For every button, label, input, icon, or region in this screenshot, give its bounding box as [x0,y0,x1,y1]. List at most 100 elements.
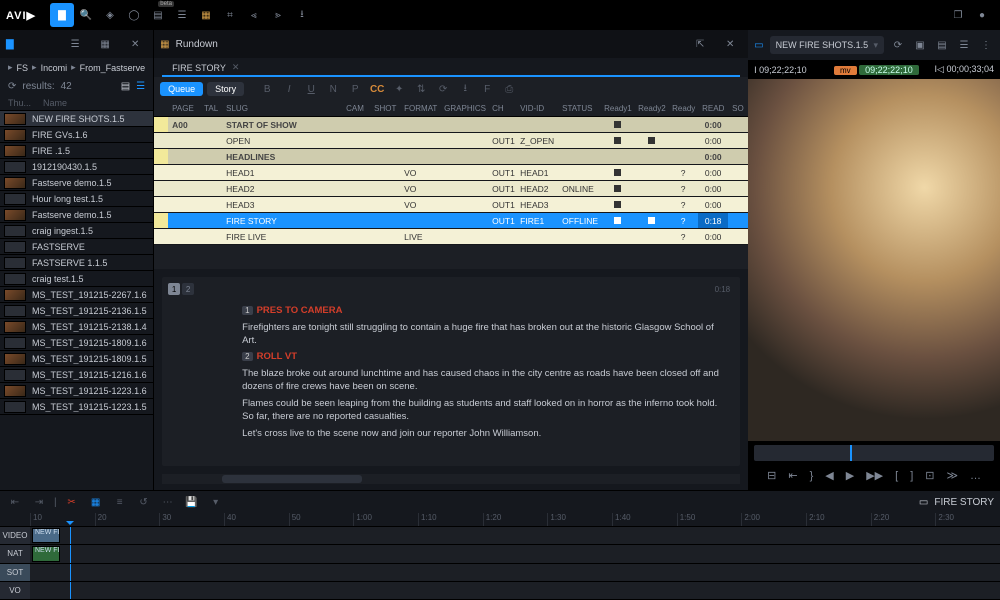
asset-row[interactable]: FIRE GVs.1.6 [0,127,153,143]
script-page[interactable]: 2 [182,283,194,295]
breadcrumb[interactable]: ▸ FS ▸ Incomi ▸ From_Fastserve [0,58,153,77]
cycle-icon[interactable]: ⟳ [434,80,452,98]
tl-undo-icon[interactable]: ↺ [135,493,153,511]
swap-icon[interactable]: ⇅ [412,80,430,98]
lane[interactable]: NEW FIRE S [30,527,1000,545]
asset-row[interactable]: craig ingest.1.5 [0,223,153,239]
viewer-ctrl-3[interactable]: ◀ [825,469,833,482]
asset-row[interactable]: MS_TEST_191215-2136.1.5 [0,303,153,319]
lane[interactable]: NEW FIRE S [30,545,1000,563]
asset-row[interactable]: MS_TEST_191215-1809.1.6 [0,335,153,351]
viewer-ctrl-2[interactable]: } [810,470,814,482]
asset-row[interactable]: Fastserve demo.1.5 [0,175,153,191]
asset-row[interactable]: FASTSERVE 1.1.5 [0,255,153,271]
viewer-ctrl-10[interactable]: … [970,470,981,482]
script-page[interactable]: 1 [168,283,180,295]
lane[interactable] [30,564,1000,582]
timeline-clip[interactable]: NEW FIRE S [32,546,60,561]
track-label[interactable]: NAT [0,545,30,563]
close-icon[interactable]: ✕ [718,32,742,56]
appbar-windows-icon[interactable]: ❐ [946,3,970,27]
asset-row[interactable]: Hour long test.1.5 [0,191,153,207]
timeline-ruler[interactable]: 10203040501:001:101:201:301:401:502:002:… [0,513,1000,527]
viewer-ctrl-8[interactable]: ⊡ [925,469,934,482]
timeline-lanes[interactable]: NEW FIRE SNEW FIRE S [30,527,1000,600]
viewer-ctrl-4[interactable]: ▶ [846,469,854,482]
rundown-row[interactable]: FIRE LIVELIVE?0:00 [154,229,748,245]
appbar-layers-icon[interactable]: ☰ [170,3,194,27]
rundown-row[interactable]: HEAD2VOOUT1HEAD2ONLINE?0:00 [154,181,748,197]
bold-button[interactable]: B [258,80,276,98]
tl-out-icon[interactable]: ⇥ [30,493,48,511]
asset-row[interactable]: MS_TEST_191215-2267.1.6 [0,287,153,303]
story-pill[interactable]: Story [207,82,244,96]
tl-more-icon[interactable]: ⋯ [159,493,177,511]
tl-grid-icon[interactable]: ▦ [87,493,105,511]
appbar-folder-icon[interactable]: ▇ [50,3,74,27]
rundown-grid[interactable]: PAGETALSLUGCAMSHOTFORMATGRAPHICSCHVID-ID… [154,101,748,269]
italic-button[interactable]: I [280,80,298,98]
asset-row[interactable]: MS_TEST_191215-2138.1.4 [0,319,153,335]
appbar-page-icon[interactable]: ▦ [194,3,218,27]
asset-row[interactable]: FASTSERVE [0,239,153,255]
folder-icon[interactable]: ▇ [6,39,14,50]
story-tab[interactable]: FIRE STORY✕ [162,58,740,77]
lane[interactable] [30,582,1000,600]
refresh-icon[interactable]: ⟳ [8,81,16,92]
asset-row[interactable]: MS_TEST_191215-1809.1.5 [0,351,153,367]
fx-icon[interactable]: ✦ [390,80,408,98]
view-list-icon[interactable]: ▤ [121,81,130,92]
underline-button[interactable]: U [302,80,320,98]
f-button[interactable]: F [478,80,496,98]
appbar-share-icon[interactable]: ⪡ [242,3,266,27]
rundown-row[interactable]: HEADLINES0:00 [154,149,748,165]
rundown-row[interactable]: A00START OF SHOW0:00 [154,117,748,133]
rundown-row[interactable]: HEAD3VOOUT1HEAD3?0:00 [154,197,748,213]
tl-save-icon[interactable]: 💾 [183,493,201,511]
refresh-icon[interactable]: ⟳ [890,37,906,53]
tl-menu-icon[interactable]: ▾ [207,493,225,511]
h-scrollbar[interactable] [162,474,740,484]
track-label[interactable]: SOT [0,564,30,582]
n-button[interactable]: N [324,80,342,98]
rundown-row[interactable]: OPENOUT1Z_OPEN0:00 [154,133,748,149]
script-body[interactable]: 1PRES TO CAMERAFirefighters are tonight … [162,301,740,466]
tl-cut-icon[interactable]: ✂ [63,493,81,511]
asset-row[interactable]: craig test.1.5 [0,271,153,287]
frame-icon[interactable]: ▣ [912,37,928,53]
print-icon[interactable]: ⎙ [500,80,518,98]
viewer-ctrl-1[interactable]: ⇤ [788,469,797,482]
list-icon[interactable]: ☰ [956,37,972,53]
asset-list[interactable]: NEW FIRE SHOTS.1.5FIRE GVs.1.6FIRE .1.51… [0,111,153,490]
close-icon[interactable]: ✕ [123,32,147,56]
track-labels[interactable]: VIDEONATSOTVO [0,527,30,600]
track-label[interactable]: VO [0,582,30,600]
tl-list-icon[interactable]: ≡ [111,493,129,511]
asset-row[interactable]: 1912190430.1.5 [0,159,153,175]
appbar-book-icon[interactable]: ▤beta [146,3,170,27]
asset-row[interactable]: MS_TEST_191215-1223.1.6 [0,383,153,399]
clip-name[interactable]: NEW FIRE SHOTS.1.5▾ [770,36,884,54]
queue-pill[interactable]: Queue [160,82,203,96]
appbar-search-icon[interactable]: 🔍 [74,3,98,27]
appbar-download-icon[interactable]: ⭳ [290,3,314,27]
list-icon[interactable]: ☰ [63,32,87,56]
send-icon[interactable]: ▤ [934,37,950,53]
rundown-row[interactable]: HEAD1VOOUT1HEAD1?0:00 [154,165,748,181]
appbar-clap-icon[interactable]: ⌗ [218,3,242,27]
asset-row[interactable]: NEW FIRE SHOTS.1.5 [0,111,153,127]
tl-in-icon[interactable]: ⇤ [6,493,24,511]
dock-icon[interactable]: ⇱ [688,32,712,56]
asset-row[interactable]: Fastserve demo.1.5 [0,207,153,223]
appbar-account-icon[interactable]: ● [970,3,994,27]
rundown-row[interactable]: FIRE STORYOUT1FIRE1OFFLINE?0:18 [154,213,748,229]
appbar-diamond-icon[interactable]: ◈ [98,3,122,27]
p-button[interactable]: P [346,80,364,98]
viewer-ctrl-0[interactable]: ⊟ [767,469,776,482]
viewer-ctrl-7[interactable]: ] [910,470,913,482]
asset-row[interactable]: MS_TEST_191215-1216.1.6 [0,367,153,383]
cc-button[interactable]: CC [368,80,386,98]
viewer-ctrl-5[interactable]: ▶▶ [866,469,883,482]
grid-icon[interactable]: ▦ [93,32,117,56]
close-tab-icon[interactable]: ✕ [232,62,240,73]
